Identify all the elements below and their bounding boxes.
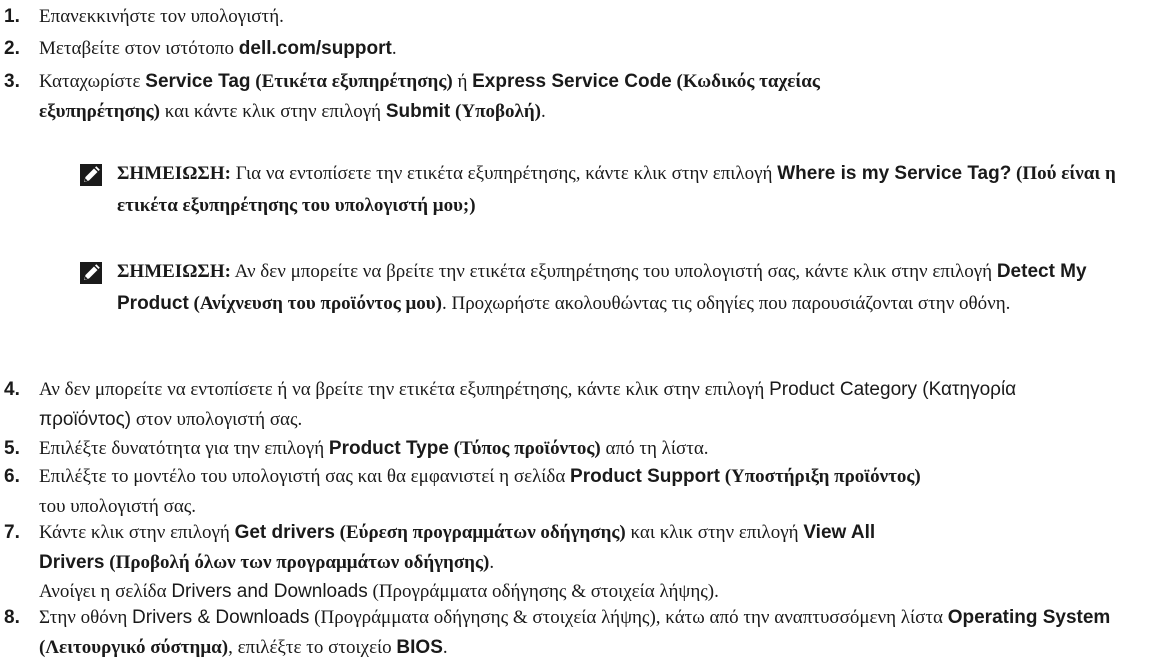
step-number: 6. [4, 466, 20, 487]
step-text: Επιλέξτε το μοντέλο του υπολογιστή σας κ… [39, 462, 939, 522]
step-7-result: Ανοίγει η σελίδα Drivers and Downloads (… [39, 580, 719, 604]
step-number: 2. [4, 38, 20, 59]
step-text: Μεταβείτε στον ιστότοπο dell.com/support… [39, 37, 1139, 61]
note-label: ΣΗΜΕΙΩΣΗ: [117, 163, 231, 184]
support-link[interactable]: dell.com/support [239, 38, 392, 59]
ui-term-translation: (Ανίχνευση του προϊόντος μου) [188, 293, 442, 314]
step-text-part: Επιλέξτε το μοντέλο του υπολογιστή σας κ… [39, 466, 571, 487]
step-text-part: Κάντε κλικ στην επιλογή [39, 522, 235, 543]
step-text-part: του υπολογιστή σας. [39, 496, 197, 517]
step-text-part: Μεταβείτε στον ιστότοπο [39, 38, 239, 59]
step-text-part: από τη λίστα. [600, 438, 709, 459]
step-text: Αν δεν μπορείτε να εντοπίσετε ή να βρείτ… [39, 375, 1039, 435]
ui-term: Submit [385, 101, 451, 122]
ui-term: Get drivers [234, 522, 335, 543]
step-text-part: Αν δεν μπορείτε να εντοπίσετε ή να βρείτ… [39, 379, 770, 400]
step-text-part: και κάντε κλικ στην επιλογή [159, 101, 386, 122]
result-text-part: (Προγράμματα οδήγησης & στοιχεία λήψης). [367, 581, 719, 602]
step-number: 8. [4, 607, 20, 628]
step-text-part: . [489, 552, 495, 573]
ui-term: Product Support [570, 466, 720, 487]
step-text: Κάντε κλικ στην επιλογή Get drivers (Εύρ… [39, 518, 939, 578]
ui-term-translation: (Εύρεση προγραμμάτων οδήγησης) [334, 522, 626, 543]
step-text-part: . [391, 38, 397, 59]
step-number: 5. [4, 438, 20, 459]
ui-term: Drivers and Downloads [171, 581, 368, 602]
ui-term-translation: (Ετικέτα εξυπηρέτησης) [250, 71, 453, 92]
step-text-part: Επανεκκινήστε τον υπολογιστή. [39, 6, 284, 27]
step-number: 4. [4, 379, 20, 400]
ui-term: BIOS [396, 637, 443, 658]
step-text: Καταχωρίστε Service Tag (Ετικέτα εξυπηρέ… [39, 67, 859, 127]
ui-term-translation: (Λειτουργικό σύστημα) [39, 637, 229, 658]
note-text: ΣΗΜΕΙΩΣΗ: Αν δεν μπορείτε να βρείτε την … [117, 256, 1147, 320]
ui-term: Service Tag [145, 71, 251, 92]
step-text-part: (Προγράμματα οδήγησης & στοιχεία λήψης),… [309, 607, 948, 628]
step-text: Επιλέξτε δυνατότητα για την επιλογή Prod… [39, 437, 1139, 461]
pencil-icon [80, 164, 102, 186]
step-text-part: . [540, 101, 546, 122]
step-text-part: Επιλέξτε δυνατότητα για την επιλογή [39, 438, 329, 459]
ui-term: Where is my Service Tag? [777, 163, 1012, 184]
step-text-part: ή [452, 71, 473, 92]
step-text-part: . [442, 637, 448, 658]
step-text-part: Στην οθόνη [39, 607, 133, 628]
ui-term: Operating System [947, 607, 1111, 628]
step-text-part: , επιλέξτε το στοιχείο [228, 637, 397, 658]
ui-term-translation: (Τύπος προϊόντος) [448, 438, 601, 459]
step-text: Στην οθόνη Drivers & Downloads (Προγράμμ… [39, 603, 1139, 663]
step-number: 1. [4, 6, 20, 27]
ui-term-translation: (Υποβολή) [450, 101, 541, 122]
ui-term-translation: (Υποστήριξη προϊόντος) [719, 466, 921, 487]
step-number: 7. [4, 522, 20, 543]
step-text-part: Καταχωρίστε [39, 71, 146, 92]
ui-term: Express Service Code [472, 71, 672, 92]
step-text: Επανεκκινήστε τον υπολογιστή. [39, 5, 1139, 29]
note-text-part: . Προχωρήστε ακολουθώντας τις οδηγίες πο… [441, 293, 1011, 314]
step-number: 3. [4, 71, 20, 92]
document: 1. Επανεκκινήστε τον υπολογιστή. 2. Μετα… [0, 0, 1152, 663]
note-text: ΣΗΜΕΙΩΣΗ: Για να εντοπίσετε την ετικέτα … [117, 158, 1147, 222]
note-label: ΣΗΜΕΙΩΣΗ: [117, 261, 231, 282]
pencil-icon [80, 262, 102, 284]
ui-term-translation: (Προβολή όλων των προγραμμάτων οδήγησης) [104, 552, 490, 573]
ui-term: Product Type [328, 438, 449, 459]
step-text-part: στον υπολογιστή σας. [131, 409, 303, 430]
result-text-part: Ανοίγει η σελίδα [39, 581, 172, 602]
note-text-part: Αν δεν μπορείτε να βρείτε την ετικέτα εξ… [230, 261, 997, 282]
step-text-part: και κλικ στην επιλογή [625, 522, 804, 543]
note-text-part: Για να εντοπίσετε την ετικέτα εξυπηρέτησ… [230, 163, 778, 184]
ui-term: Drivers & Downloads [132, 607, 310, 628]
